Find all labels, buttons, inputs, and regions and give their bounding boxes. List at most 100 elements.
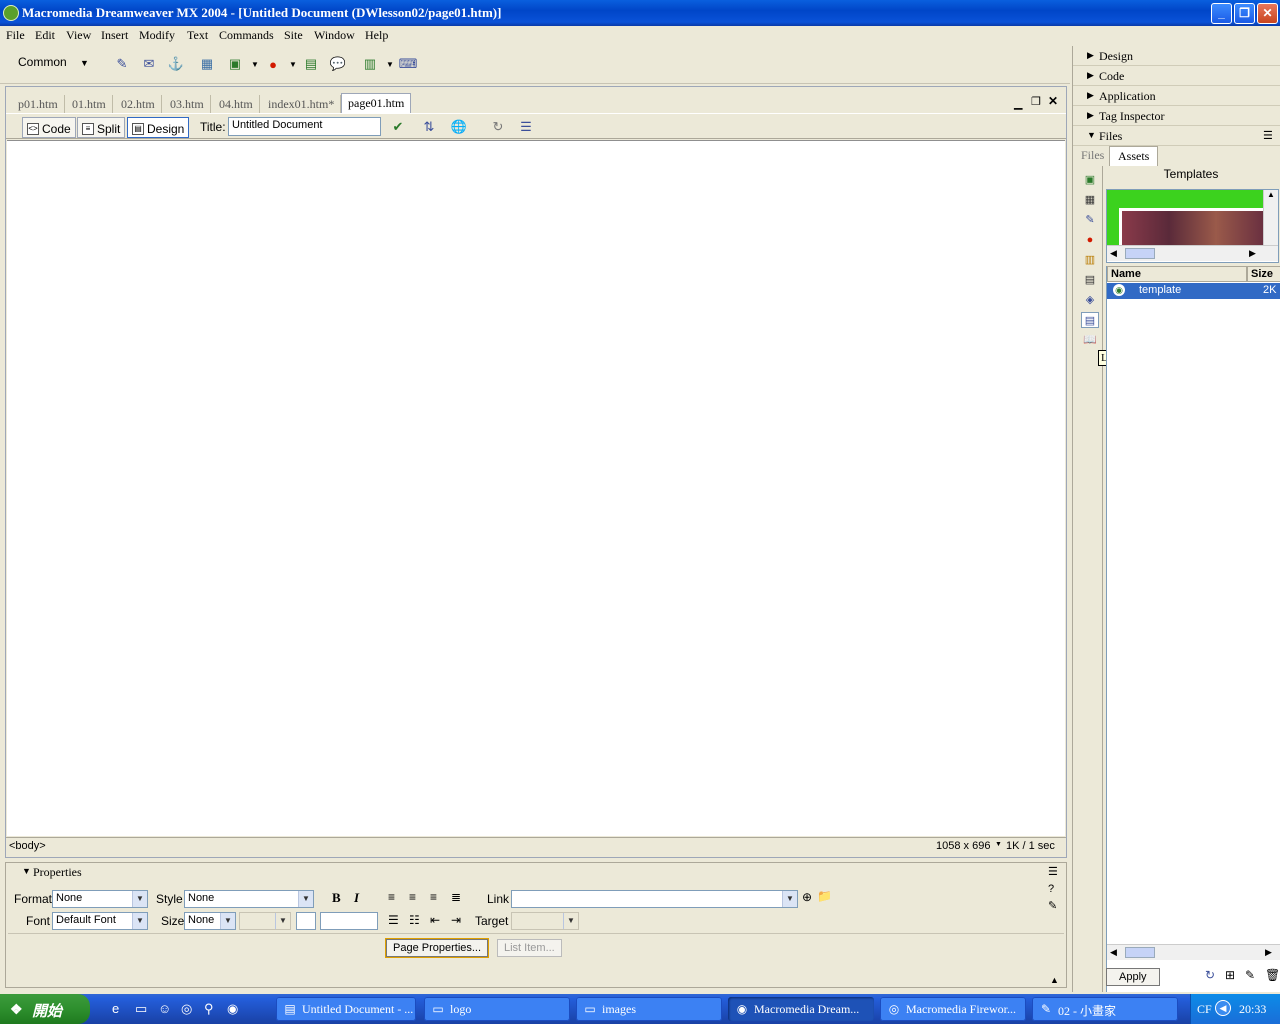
ordered-list-icon[interactable]: ☷: [409, 913, 420, 927]
minimize-button[interactable]: _: [1211, 3, 1232, 24]
expand-properties-icon[interactable]: ▲: [1050, 975, 1059, 985]
insert-category-dropdown[interactable]: Common ▼: [18, 55, 89, 69]
justify-icon[interactable]: ≣: [451, 890, 461, 904]
menu-help[interactable]: Help: [365, 28, 388, 43]
language-indicator[interactable]: CF: [1197, 1002, 1212, 1017]
link-input[interactable]: ▼: [511, 890, 798, 908]
list-item[interactable]: ◉ template 2K: [1107, 283, 1280, 299]
tag-selector[interactable]: <body>: [9, 840, 46, 852]
panel-design[interactable]: ▶ Design: [1073, 46, 1280, 66]
menu-modify[interactable]: Modify: [139, 28, 175, 43]
align-right-icon[interactable]: ≡: [430, 890, 437, 904]
tab-01[interactable]: 01.htm: [66, 95, 113, 113]
tab-page01[interactable]: page01.htm: [341, 93, 412, 113]
code-view-button[interactable]: <> Code: [22, 117, 76, 138]
table-icon[interactable]: ▦: [197, 54, 217, 74]
text-color-input[interactable]: [320, 912, 378, 930]
document-title-input[interactable]: Untitled Document: [228, 117, 381, 136]
comment-icon[interactable]: 💬: [328, 54, 348, 74]
named-anchor-icon[interactable]: ⚓: [166, 54, 186, 74]
image-icon[interactable]: ▣: [225, 54, 245, 74]
tab-03[interactable]: 03.htm: [164, 95, 211, 113]
split-view-button[interactable]: ≡ Split: [77, 117, 126, 138]
search-icon[interactable]: ⚲: [204, 1001, 214, 1017]
refresh-icon[interactable]: ↻: [1205, 968, 1215, 982]
list-hscroll[interactable]: ◀ ▶: [1107, 944, 1280, 960]
scripts-icon[interactable]: ◈: [1081, 292, 1099, 308]
tag-chooser-icon[interactable]: ⌨: [398, 54, 418, 74]
scroll-right-icon[interactable]: ▶: [1249, 248, 1256, 259]
movies-icon[interactable]: ▤: [1081, 272, 1099, 288]
email-link-icon[interactable]: ✉: [139, 54, 159, 74]
menu-edit[interactable]: Edit: [35, 28, 55, 43]
tab-files[interactable]: Files: [1081, 148, 1104, 163]
task-images[interactable]: ▭ images: [576, 997, 722, 1021]
scroll-left-icon[interactable]: ◀: [1110, 248, 1117, 259]
design-canvas[interactable]: [7, 140, 1065, 836]
indent-icon[interactable]: ⇥: [451, 913, 461, 927]
task-paint[interactable]: ✎ 02 - 小畫家: [1032, 997, 1178, 1021]
menu-commands[interactable]: Commands: [219, 28, 274, 43]
preview-vscroll[interactable]: ▲: [1263, 190, 1278, 245]
font-select[interactable]: Default Font ▼: [52, 912, 148, 930]
task-logo[interactable]: ▭ logo: [424, 997, 570, 1021]
templates-dropdown-icon[interactable]: ▼: [380, 54, 400, 74]
task-dreamweaver[interactable]: ◉ Macromedia Dream...: [728, 997, 874, 1021]
task-untitled-document[interactable]: ▤ Untitled Document - ...: [276, 997, 416, 1021]
menu-file[interactable]: File: [6, 28, 25, 43]
start-button[interactable]: ❖ 開始: [0, 994, 90, 1024]
media-icon[interactable]: ●: [263, 54, 283, 74]
ie-icon[interactable]: e: [112, 1001, 119, 1016]
column-size[interactable]: Size: [1247, 266, 1280, 282]
panel-code[interactable]: ▶ Code: [1073, 66, 1280, 86]
browse-folder-icon[interactable]: 📁: [817, 889, 832, 903]
preview-browser-icon[interactable]: 🌐: [449, 117, 469, 137]
messenger-icon[interactable]: ☺: [158, 1001, 171, 1016]
date-icon[interactable]: ▤: [301, 54, 321, 74]
quicklaunch-icon[interactable]: ◎: [181, 1001, 192, 1017]
properties-options-icon[interactable]: ☰: [1048, 865, 1058, 878]
menu-insert[interactable]: Insert: [101, 28, 128, 43]
urls-icon[interactable]: ✎: [1081, 212, 1099, 228]
design-view-button[interactable]: ▤ Design: [127, 117, 190, 138]
align-center-icon[interactable]: ≡: [409, 890, 416, 904]
italic-button[interactable]: I: [354, 890, 359, 906]
tab-04[interactable]: 04.htm: [213, 95, 260, 113]
size-select[interactable]: None ▼: [184, 912, 236, 930]
tab-index01[interactable]: index01.htm*: [262, 95, 342, 113]
point-to-file-icon[interactable]: ⊕: [802, 890, 812, 904]
panel-application[interactable]: ▶ Application: [1073, 86, 1280, 106]
templates-icon[interactable]: ▥: [360, 54, 380, 74]
image-dropdown-icon[interactable]: ▼: [245, 54, 265, 74]
tab-02[interactable]: 02.htm: [115, 95, 162, 113]
format-select[interactable]: None ▼: [52, 890, 148, 908]
tray-expand-icon[interactable]: ◀: [1215, 1000, 1231, 1016]
menu-site[interactable]: Site: [284, 28, 303, 43]
colors-icon[interactable]: ▦: [1081, 192, 1099, 208]
hyperlink-icon[interactable]: ✎: [112, 54, 132, 74]
page-properties-button[interactable]: Page Properties...: [386, 939, 489, 957]
new-template-icon[interactable]: ⊞: [1225, 968, 1235, 982]
menu-text[interactable]: Text: [187, 28, 208, 43]
preview-hscroll[interactable]: ◀ ▶: [1107, 245, 1278, 261]
close-button[interactable]: ✕: [1257, 3, 1278, 24]
images-icon[interactable]: ▣: [1081, 172, 1099, 188]
window-size[interactable]: 1058 x 696: [936, 840, 990, 852]
templates-category-icon[interactable]: ▤: [1081, 312, 1099, 328]
doc-restore-icon[interactable]: ❐: [1031, 95, 1041, 108]
tab-p01[interactable]: p01.htm: [12, 95, 65, 113]
scroll-thumb[interactable]: [1125, 248, 1155, 259]
desktop-icon[interactable]: ▭: [135, 1001, 147, 1017]
help-icon[interactable]: ?: [1048, 883, 1054, 895]
task-fireworks[interactable]: ◎ Macromedia Firewor...: [880, 997, 1026, 1021]
menu-view[interactable]: View: [66, 28, 91, 43]
unordered-list-icon[interactable]: ☰: [388, 913, 399, 927]
text-color-picker[interactable]: [296, 912, 316, 930]
doc-close-icon[interactable]: ✕: [1048, 94, 1058, 108]
dreamweaver-quicklaunch-icon[interactable]: ◉: [227, 1001, 238, 1017]
doc-minimize-icon[interactable]: ▁: [1014, 97, 1022, 110]
scroll-up-icon[interactable]: ▲: [1264, 190, 1278, 199]
outdent-icon[interactable]: ⇤: [430, 913, 440, 927]
column-name[interactable]: Name: [1107, 266, 1247, 282]
edit-icon[interactable]: ✎: [1048, 899, 1057, 912]
